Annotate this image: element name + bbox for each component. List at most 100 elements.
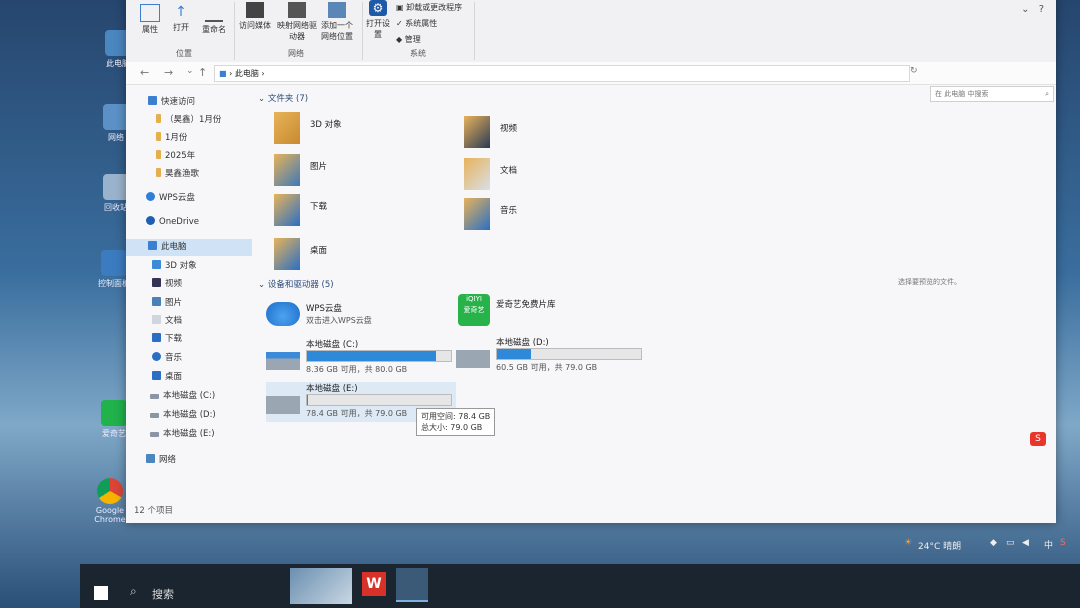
folder-icon bbox=[156, 132, 161, 141]
file-explorer-taskbar-icon[interactable] bbox=[396, 568, 428, 602]
drive-c[interactable]: 本地磁盘 (C:) 8.36 GB 可用，共 80.0 GB bbox=[266, 338, 456, 378]
chevron-down-icon: ⌄ bbox=[258, 280, 268, 290]
folders-section-header[interactable]: ⌄ 文件夹 (7) bbox=[258, 92, 308, 104]
desktop-icon bbox=[152, 371, 161, 380]
nav-wps-cloud[interactable]: WPS云盘 bbox=[146, 190, 270, 207]
refresh-icon[interactable]: ↻ bbox=[910, 66, 918, 76]
folder-icon bbox=[156, 150, 161, 159]
nav-label: 网络 bbox=[159, 455, 177, 465]
nav-quick-access[interactable]: 快速访问 bbox=[148, 94, 272, 111]
drive-info: 78.4 GB 可用，共 79.0 GB bbox=[306, 409, 408, 418]
properties-label: 属性 bbox=[142, 25, 158, 34]
ribbon-divider bbox=[234, 2, 235, 60]
manage-icon: ◆ bbox=[396, 35, 405, 44]
chevron-down-icon[interactable]: ⌄ bbox=[1021, 4, 1029, 15]
iqiyi-library[interactable]: iQIYI 爱奇艺 爱奇艺免费片库 bbox=[456, 294, 646, 334]
search-icon: ⌕ bbox=[1045, 90, 1049, 98]
chrome-icon bbox=[97, 478, 123, 504]
search-input[interactable]: 在 此电脑 中搜索 ⌕ bbox=[930, 86, 1054, 102]
system-properties-link[interactable]: ✓ 系统属性 bbox=[396, 18, 437, 29]
drive-usage-fill bbox=[307, 395, 309, 405]
search-placeholder: 在 此电脑 中搜索 bbox=[935, 90, 989, 98]
windows-start-icon[interactable] bbox=[94, 586, 108, 600]
drive-usage-bar bbox=[306, 394, 452, 406]
network-location-icon bbox=[328, 2, 346, 18]
folder-desktop[interactable]: 桌面 bbox=[274, 238, 454, 274]
help-icon[interactable]: ? bbox=[1039, 4, 1044, 15]
devices-section-header[interactable]: ⌄ 设备和驱动器 (5) bbox=[258, 278, 334, 290]
taskbar-search[interactable]: 搜索 bbox=[152, 586, 174, 602]
nav-label: 图片 bbox=[165, 298, 183, 308]
control-panel-icon bbox=[101, 250, 127, 276]
weather-icon: ☀ bbox=[904, 538, 913, 548]
nav-label: 此电脑 bbox=[161, 242, 187, 252]
folder-music[interactable]: 音乐 bbox=[464, 198, 644, 234]
folder-icon bbox=[156, 114, 161, 123]
open-button[interactable]: ↑ 打开 bbox=[172, 4, 190, 33]
wps-cloud-drive[interactable]: WPS云盘 双击进入WPS云盘 bbox=[266, 298, 456, 338]
network-icon[interactable]: ◆ bbox=[990, 538, 997, 548]
navigation-pane: 快速访问 （昊鑫）1月份 1月份 2025年 昊鑫渔歌 WPS云盘 OneDri… bbox=[126, 88, 254, 498]
back-arrow-icon[interactable]: ← bbox=[140, 66, 149, 79]
folder-icon bbox=[156, 168, 161, 177]
properties-icon bbox=[140, 4, 160, 22]
breadcrumb-this-pc[interactable]: 此电脑 bbox=[235, 69, 259, 78]
address-bar[interactable]: ■ › 此电脑 › bbox=[214, 65, 910, 82]
uninstall-programs-link[interactable]: ▣ 卸载或更改程序 bbox=[396, 2, 462, 13]
star-icon bbox=[148, 96, 157, 105]
ribbon: 属性 ↑ 打开 重命名 位置 访问媒体 映射网络驱动器 添加一个网络位置 网络 … bbox=[126, 0, 1056, 63]
nav-drive-e[interactable]: 本地磁盘 (E:) bbox=[150, 426, 274, 443]
nav-label: 桌面 bbox=[165, 372, 183, 382]
access-media-button[interactable]: 访问媒体 bbox=[238, 2, 272, 31]
folder-3d-objects[interactable]: 3D 对象 bbox=[274, 112, 454, 148]
folder-pictures[interactable]: 图片 bbox=[274, 154, 454, 190]
weather-text[interactable]: 24°C 晴朗 bbox=[918, 539, 961, 552]
battery-icon[interactable]: ▭ bbox=[1006, 538, 1015, 548]
drive-info: 双击进入WPS云盘 bbox=[306, 316, 372, 325]
drive-d[interactable]: 本地磁盘 (D:) 60.5 GB 可用，共 79.0 GB bbox=[456, 336, 646, 376]
ribbon-divider bbox=[474, 2, 475, 60]
nav-label: 1月份 bbox=[165, 133, 188, 143]
properties-button[interactable]: 属性 bbox=[140, 4, 160, 35]
folder-label: 下载 bbox=[310, 202, 328, 212]
folder-downloads[interactable]: 下载 bbox=[274, 194, 454, 230]
nav-onedrive[interactable]: OneDrive bbox=[146, 214, 270, 231]
rename-icon bbox=[205, 4, 223, 22]
iqiyi-logo-text: iQIYI bbox=[466, 295, 482, 303]
nav-drive-d[interactable]: 本地磁盘 (D:) bbox=[150, 407, 274, 424]
sogou-ime-icon[interactable]: S bbox=[1030, 432, 1046, 446]
gear-icon: ⚙ bbox=[369, 0, 387, 16]
manage-link[interactable]: ◆ 管理 bbox=[396, 34, 421, 45]
open-settings-button[interactable]: ⚙ 打开设置 bbox=[366, 0, 390, 40]
section-title: 文件夹 (7) bbox=[267, 94, 309, 104]
folder-videos[interactable]: 视频 bbox=[464, 116, 644, 152]
cloud-icon bbox=[266, 302, 300, 326]
up-arrow-icon[interactable]: ↑ bbox=[198, 66, 207, 79]
cloud-icon bbox=[146, 192, 155, 201]
status-item-count: 12 个项目 bbox=[134, 506, 174, 516]
folder-icon bbox=[274, 112, 300, 144]
drive-info: 8.36 GB 可用，共 80.0 GB bbox=[306, 365, 408, 374]
add-network-location-button[interactable]: 添加一个网络位置 bbox=[318, 2, 356, 42]
ime-indicator[interactable]: 中 bbox=[1044, 538, 1053, 551]
picture-icon bbox=[152, 297, 161, 306]
nav-this-pc[interactable]: 此电脑 bbox=[126, 239, 252, 256]
rename-button[interactable]: 重命名 bbox=[202, 4, 226, 35]
folder-label: 文档 bbox=[500, 166, 518, 176]
breadcrumb-separator-icon: › bbox=[261, 69, 265, 78]
chevron-down-icon: ⌄ bbox=[258, 94, 268, 104]
iqiyi-logo-sub: 爱奇艺 bbox=[463, 306, 485, 314]
map-network-drive-button[interactable]: 映射网络驱动器 bbox=[276, 2, 318, 42]
sogou-icon[interactable]: S bbox=[1060, 538, 1066, 548]
nav-network[interactable]: 网络 bbox=[146, 452, 270, 469]
computer-icon bbox=[148, 241, 157, 250]
desktop-icon-label: Google Chrome bbox=[94, 506, 126, 524]
volume-icon[interactable]: ◀ bbox=[1022, 538, 1029, 548]
wps-office-icon[interactable]: W bbox=[362, 572, 386, 596]
chevron-down-icon[interactable]: ⌄ bbox=[186, 66, 194, 76]
forward-arrow-icon[interactable]: → bbox=[164, 66, 173, 79]
nav-drive-c[interactable]: 本地磁盘 (C:) bbox=[150, 388, 274, 405]
drive-name: 本地磁盘 (E:) bbox=[306, 384, 358, 394]
folder-documents[interactable]: 文档 bbox=[464, 158, 644, 194]
nav-label: OneDrive bbox=[159, 217, 199, 227]
